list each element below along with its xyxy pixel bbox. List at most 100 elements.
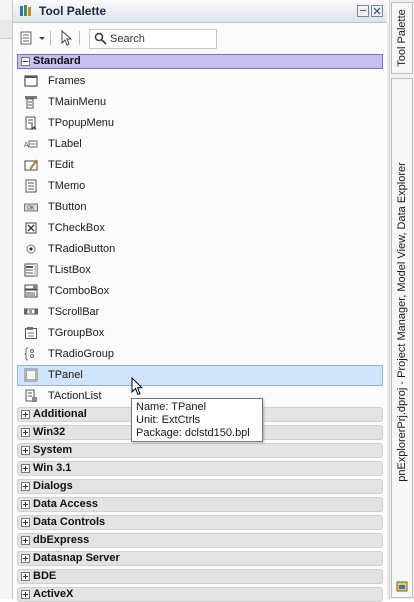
category-header-bde[interactable]: BDE [17, 569, 383, 584]
palette-item-tcombobox[interactable]: TComboBox [17, 281, 383, 302]
palette-item-label: TEdit [48, 159, 74, 171]
category-label: ActiveX [33, 588, 74, 600]
category-label: Standard [33, 55, 81, 67]
expand-icon [21, 500, 30, 509]
category-label: Additional [33, 408, 87, 420]
tab-label: pnExplorerPrj.dproj - Project Manager, M… [396, 162, 408, 483]
category-header-standard[interactable]: Standard [17, 54, 383, 69]
button-icon: OK [24, 203, 38, 212]
expand-icon [21, 536, 30, 545]
palette-item-label: TLabel [48, 138, 82, 150]
tooltip-name: Name: TPanel [136, 401, 207, 413]
palette-item-label: Frames [48, 75, 86, 87]
palette-item-tmemo[interactable]: TMemo [17, 176, 383, 197]
main-menu-icon [25, 96, 37, 109]
palette-item-tradiobutton[interactable]: TRadioButton [17, 239, 383, 260]
palette-toolbar [13, 23, 387, 53]
category-header-data-access[interactable]: Data Access [17, 497, 383, 512]
palette-item-tlistbox[interactable]: TListBox [17, 260, 383, 281]
frames-icon [24, 75, 38, 87]
svg-text:OK: OK [27, 206, 35, 212]
component-tooltip: Name: TPanel Unit: ExtCtrls Package: dcl… [131, 398, 263, 442]
palette-item-label: TRadioButton [48, 243, 116, 255]
palette-item-tbutton[interactable]: OK TButton [17, 197, 383, 218]
panel-icon [24, 368, 38, 382]
expand-icon [21, 410, 30, 419]
tooltip-package: Package: dclstd150.bpl [136, 427, 250, 439]
categories-icon[interactable] [19, 30, 35, 46]
collapse-icon [21, 57, 30, 66]
category-label: System [33, 444, 73, 456]
expand-icon [21, 518, 30, 527]
groupbox-icon [25, 327, 37, 339]
expand-icon [21, 590, 30, 599]
palette-item-label: TButton [48, 201, 87, 213]
category-label: Data Controls [33, 516, 106, 528]
expand-icon [21, 428, 30, 437]
expand-icon [21, 446, 30, 455]
pin-icon[interactable] [357, 5, 369, 17]
category-header-system[interactable]: System [17, 443, 383, 458]
pointer-arrow-icon[interactable] [59, 30, 73, 46]
radio-button-icon [26, 244, 36, 254]
category-header-data-controls[interactable]: Data Controls [17, 515, 383, 530]
toolbar-separator [50, 31, 51, 45]
category-label: Win 3.1 [33, 462, 72, 474]
tab-tool-palette[interactable]: Tool Palette [391, 2, 413, 74]
project-icon [396, 581, 408, 592]
palette-item-tpanel[interactable]: TPanel [17, 365, 383, 386]
search-box[interactable] [89, 29, 217, 49]
close-icon[interactable] [371, 5, 383, 17]
palette-item-tcheckbox[interactable]: TCheckBox [17, 218, 383, 239]
tool-palette-icon [20, 5, 31, 16]
svg-text:A: A [24, 142, 29, 149]
left-dock-tab[interactable] [0, 20, 12, 39]
category-header-dbexpress[interactable]: dbExpress [17, 533, 383, 548]
category-label: Dialogs [33, 480, 73, 492]
palette-item-frames[interactable]: Frames [17, 71, 383, 92]
expand-icon [21, 572, 30, 581]
palette-item-label: TPopupMenu [48, 117, 115, 129]
search-input[interactable] [110, 31, 210, 46]
palette-item-tradiogroup[interactable]: TRadioGroup [17, 344, 383, 365]
palette-item-tpopupmenu[interactable]: TPopupMenu [17, 113, 383, 134]
category-label: Win32 [33, 426, 66, 438]
tooltip-unit: Unit: ExtCtrls [136, 414, 201, 426]
expand-icon [21, 554, 30, 563]
expand-icon [21, 464, 30, 473]
category-header-dialogs[interactable]: Dialogs [17, 479, 383, 494]
mouse-cursor-icon [131, 377, 143, 396]
palette-item-tlabel[interactable]: A TLabel [17, 134, 383, 155]
palette-item-tscrollbar[interactable]: TScrollBar [17, 302, 383, 323]
chevron-down-icon[interactable] [37, 30, 47, 46]
category-label: Datasnap Server [33, 552, 120, 564]
palette-item-tedit[interactable]: TEdit [17, 155, 383, 176]
toolbar-separator [79, 31, 80, 45]
label-icon: A [24, 140, 38, 149]
palette-item-tgroupbox[interactable]: TGroupBox [17, 323, 383, 344]
category-header-datasnap-server[interactable]: Datasnap Server [17, 551, 383, 566]
popup-menu-icon [25, 116, 37, 130]
memo-icon [25, 179, 37, 193]
palette-item-label: TActionList [48, 390, 102, 402]
right-dock-tabs: Tool Palette pnExplorerPrj.dproj - Proje… [389, 0, 414, 599]
window-title: Tool Palette [39, 4, 107, 18]
palette-item-label: TPanel [48, 369, 83, 381]
palette-item-label: TComboBox [48, 285, 110, 297]
title-bar[interactable]: Tool Palette [13, 0, 387, 23]
scrollbar-icon [24, 308, 38, 315]
category-header-win31[interactable]: Win 3.1 [17, 461, 383, 476]
palette-item-label: TRadioGroup [48, 348, 115, 360]
checkbox-icon [25, 222, 37, 234]
palette-item-label: TMemo [48, 180, 86, 192]
radio-group-icon [24, 347, 34, 361]
search-icon [94, 32, 107, 45]
category-header-activex[interactable]: ActiveX [17, 587, 383, 602]
combobox-icon [24, 284, 38, 298]
palette-item-label: TListBox [48, 264, 91, 276]
palette-item-label: TMainMenu [48, 96, 107, 108]
palette-item-tmainmenu[interactable]: TMainMenu [17, 92, 383, 113]
tab-project-manager[interactable]: pnExplorerPrj.dproj - Project Manager, M… [391, 78, 413, 598]
palette-item-label: TScrollBar [48, 306, 100, 318]
palette-item-label: TGroupBox [48, 327, 105, 339]
